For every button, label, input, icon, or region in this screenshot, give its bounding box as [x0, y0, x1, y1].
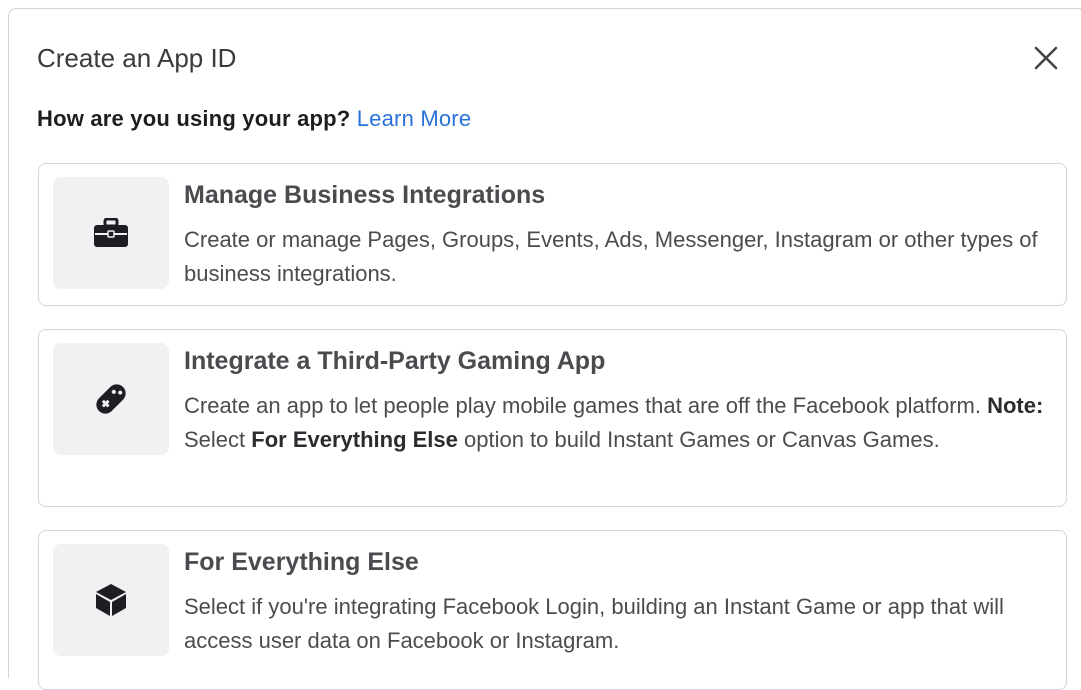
- cube-icon: [96, 584, 126, 616]
- learn-more-link[interactable]: Learn More: [357, 106, 472, 131]
- option-title: For Everything Else: [184, 548, 419, 576]
- usage-question-text: How are you using your app?: [37, 106, 351, 131]
- option-description-text: Create an app to let people play mobile …: [184, 393, 988, 418]
- option-description: Create an app to let people play mobile …: [184, 389, 1044, 457]
- close-button[interactable]: [1031, 43, 1061, 73]
- close-icon: [1034, 46, 1058, 70]
- option-description: Select if you're integrating Facebook Lo…: [184, 594, 1004, 653]
- usage-question: How are you using your app? Learn More: [37, 106, 471, 132]
- briefcase-icon: [94, 218, 128, 247]
- option-emphasis-text: For Everything Else: [251, 427, 458, 452]
- option-everything-else[interactable]: For Everything Else Select if you're int…: [38, 530, 1067, 690]
- option-title: Manage Business Integrations: [184, 181, 546, 209]
- option-icon-box: [53, 544, 169, 656]
- option-icon-box: [53, 177, 169, 289]
- option-manage-business-integrations[interactable]: Manage Business Integrations Create or m…: [38, 163, 1067, 306]
- option-description-text: option to build Instant Games or Canvas …: [457, 427, 940, 452]
- create-app-dialog: Create an App ID How are you using your …: [8, 8, 1081, 690]
- option-note-label: Note:: [987, 393, 1044, 418]
- option-icon-box: [53, 343, 169, 455]
- game-controller-icon: [96, 384, 126, 414]
- option-description-text: Select: [184, 427, 252, 452]
- dialog-title: Create an App ID: [37, 43, 237, 73]
- option-third-party-gaming-app[interactable]: Integrate a Third-Party Gaming App Creat…: [38, 329, 1067, 507]
- option-title: Integrate a Third-Party Gaming App: [184, 347, 606, 375]
- option-description: Create or manage Pages, Groups, Events, …: [184, 227, 1038, 286]
